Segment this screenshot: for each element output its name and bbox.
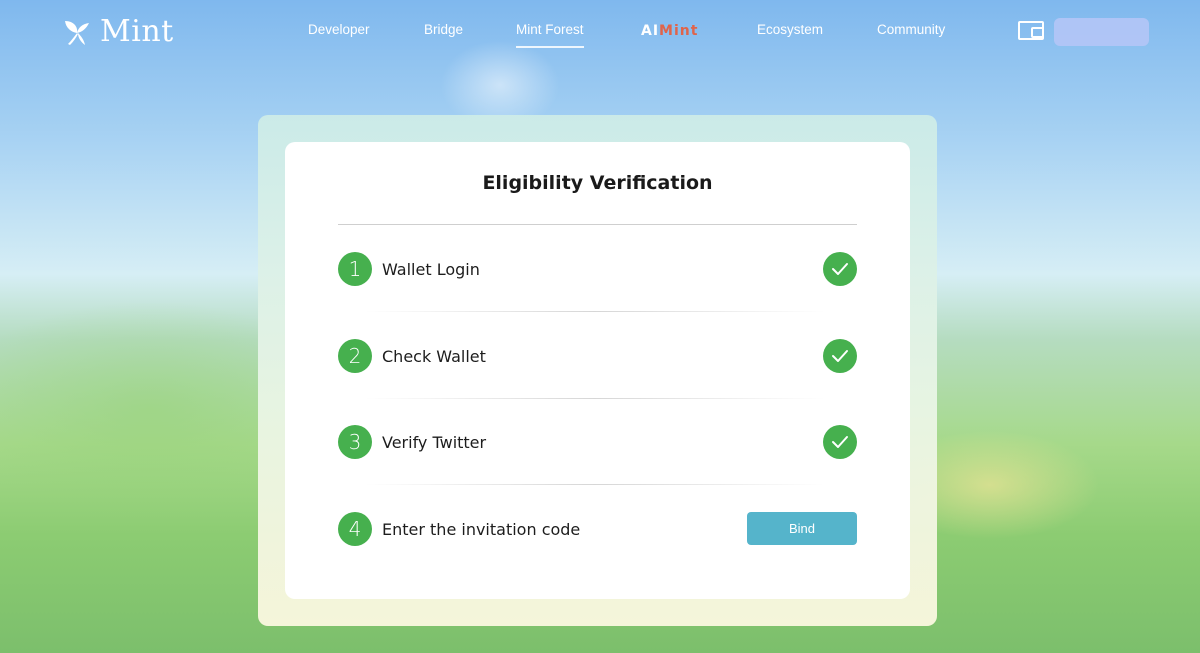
check-icon bbox=[823, 339, 857, 373]
wallet-icon[interactable] bbox=[1018, 21, 1044, 40]
nav-item-mint-forest[interactable]: Mint Forest bbox=[516, 22, 584, 48]
nav-item-bridge[interactable]: Bridge bbox=[424, 22, 463, 37]
step-label: Wallet Login bbox=[382, 259, 480, 279]
step-check-wallet: 2 Check Wallet bbox=[338, 339, 857, 373]
step-divider bbox=[365, 398, 825, 399]
bind-button[interactable]: Bind bbox=[747, 512, 857, 545]
brand-logo[interactable]: Mint bbox=[62, 14, 174, 49]
step-wallet-login: 1 Wallet Login bbox=[338, 252, 857, 286]
check-icon bbox=[823, 252, 857, 286]
step-invitation-code: 4 Enter the invitation code Bind bbox=[338, 512, 857, 546]
nav-item-developer[interactable]: Developer bbox=[308, 22, 370, 37]
account-button[interactable] bbox=[1054, 18, 1149, 46]
step-number: 2 bbox=[338, 339, 372, 373]
step-verify-twitter: 3 Verify Twitter bbox=[338, 425, 857, 459]
step-label: Enter the invitation code bbox=[382, 519, 581, 539]
step-divider bbox=[365, 311, 825, 312]
step-number: 4 bbox=[338, 512, 372, 546]
brand-name: Mint bbox=[100, 14, 174, 49]
aimint-ai-text: AI bbox=[641, 23, 660, 39]
step-divider bbox=[365, 484, 825, 485]
step-number: 3 bbox=[338, 425, 372, 459]
check-icon bbox=[823, 425, 857, 459]
step-label: Check Wallet bbox=[382, 346, 486, 366]
title-divider bbox=[338, 224, 857, 225]
nav-item-aimint[interactable]: AIMint bbox=[641, 23, 698, 39]
step-label: Verify Twitter bbox=[382, 432, 487, 452]
step-number: 1 bbox=[338, 252, 372, 286]
nav-item-community[interactable]: Community bbox=[877, 22, 945, 37]
mint-leaf-icon bbox=[65, 20, 89, 45]
nav-item-ecosystem[interactable]: Ecosystem bbox=[757, 22, 823, 37]
eligibility-card: Eligibility Verification 1 Wallet Login … bbox=[285, 142, 910, 599]
card-title: Eligibility Verification bbox=[482, 172, 713, 194]
aimint-mint-text: Mint bbox=[659, 23, 699, 39]
top-nav: Mint Developer Bridge Mint Forest AIMint… bbox=[0, 0, 1200, 62]
